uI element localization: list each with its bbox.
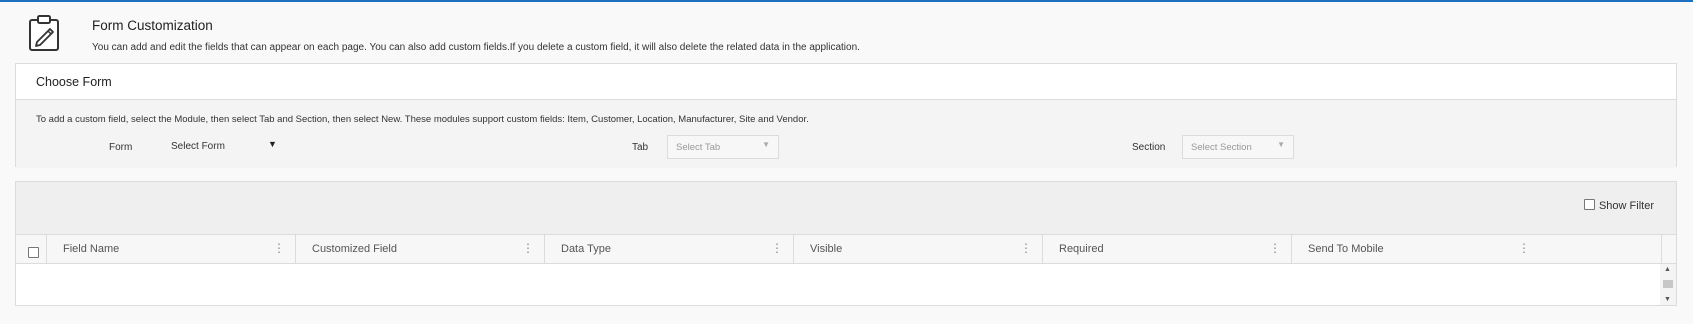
scroll-thumb[interactable] [1663,280,1673,288]
form-label: Form [109,142,133,153]
choose-form-body: To add a custom field, select the Module… [16,99,1676,168]
form-select[interactable]: Select Form ▼ [171,139,281,157]
section-label: Section [1132,142,1166,153]
column-header-required[interactable]: Required ⋮ [1042,235,1291,263]
tab-select-placeholder: Select Tab [676,142,721,153]
show-filter-checkbox[interactable] [1583,199,1595,210]
custom-field-instructions: To add a custom field, select the Module… [36,114,809,125]
column-menu-icon[interactable]: ⋮ [1020,241,1032,255]
column-header-field-name[interactable]: Field Name ⋮ [46,235,295,263]
choose-form-title: Choose Form [36,75,112,89]
column-label: Data Type [561,243,611,255]
section-select-placeholder: Select Section [1191,142,1252,153]
caret-down-icon: ▼ [762,140,770,149]
show-filter-label: Show Filter [1598,200,1654,212]
column-menu-icon[interactable]: ⋮ [522,241,534,255]
scroll-up-icon[interactable]: ▲ [1664,266,1671,273]
section-select[interactable]: Select Section ▼ [1182,135,1294,159]
column-label: Customized Field [312,243,397,255]
clipboard-edit-icon [27,14,61,52]
grid-toolbar: Show Filter [16,182,1676,235]
show-filter-toggle[interactable]: Show Filter [1583,199,1654,212]
column-menu-icon[interactable]: ⋮ [771,241,783,255]
column-header-visible[interactable]: Visible ⋮ [793,235,1042,263]
grid-body: ▲ ▼ [16,264,1676,305]
tab-label: Tab [632,142,649,153]
column-label: Visible [810,243,843,255]
form-select-value: Select Form [171,141,225,152]
fields-grid: Show Filter Field Name ⋮ Customized Fiel… [15,181,1677,306]
scroll-down-icon[interactable]: ▼ [1664,296,1671,303]
caret-down-icon: ▼ [268,139,277,149]
page-description: You can add and edit the fields that can… [92,42,860,53]
column-label: Required [1059,243,1104,255]
header-scroll-spacer [1661,235,1679,263]
column-header-send-to-mobile[interactable]: Send To Mobile ⋮ [1291,235,1540,263]
caret-down-icon: ▼ [1277,140,1285,149]
column-header-data-type[interactable]: Data Type ⋮ [544,235,793,263]
column-menu-icon[interactable]: ⋮ [1518,241,1530,255]
select-all-checkbox[interactable] [28,244,39,262]
page-title: Form Customization [92,18,213,33]
vertical-scrollbar[interactable]: ▲ ▼ [1660,264,1676,305]
column-label: Field Name [63,243,120,255]
top-accent-bar [0,0,1693,2]
column-menu-icon[interactable]: ⋮ [273,241,285,255]
choose-form-panel: Choose Form To add a custom field, selec… [15,63,1677,168]
grid-header-row: Field Name ⋮ Customized Field ⋮ Data Typ… [16,235,1676,264]
tab-select[interactable]: Select Tab ▼ [667,135,779,159]
column-header-customized-field[interactable]: Customized Field ⋮ [295,235,544,263]
column-label: Send To Mobile [1308,243,1384,255]
column-menu-icon[interactable]: ⋮ [1269,241,1281,255]
